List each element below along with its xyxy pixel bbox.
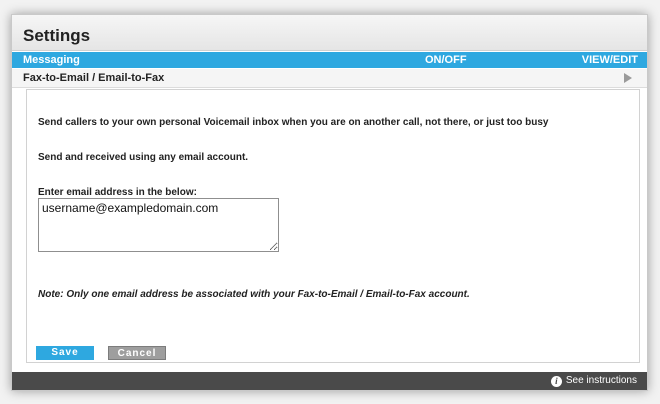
settings-header: Settings (12, 15, 647, 51)
section-title: Fax-to-Email / Email-to-Fax (23, 72, 165, 84)
page-title: Settings (23, 26, 91, 45)
see-instructions-link[interactable]: i See instructions (550, 375, 637, 387)
settings-form: Send callers to your own personal Voicem… (26, 89, 640, 363)
note-text: Note: Only one email address be associat… (38, 289, 470, 300)
save-button[interactable]: Save (36, 346, 94, 360)
tab-messaging[interactable]: Messaging (23, 52, 80, 68)
voicemail-description: Send callers to your own personal Voicem… (38, 117, 549, 128)
footer-bar: i See instructions (12, 372, 647, 390)
fax-to-email-row[interactable]: Fax-to-Email / Email-to-Fax (12, 69, 647, 88)
expand-arrow-icon[interactable] (624, 73, 632, 83)
email-field[interactable]: username@exampledomain.com (38, 198, 279, 252)
cancel-button[interactable]: Cancel (108, 346, 166, 360)
email-description: Send and received using any email accoun… (38, 152, 249, 163)
tab-on-off[interactable]: ON/OFF (425, 52, 467, 68)
tab-view-edit[interactable]: VIEW/EDIT (582, 52, 638, 68)
messaging-tab-bar: Messaging ON/OFF VIEW/EDIT (12, 52, 647, 68)
settings-panel: Settings Messaging ON/OFF VIEW/EDIT Fax-… (11, 14, 648, 391)
see-instructions-label: See instructions (565, 375, 637, 386)
info-icon: i (550, 375, 562, 387)
